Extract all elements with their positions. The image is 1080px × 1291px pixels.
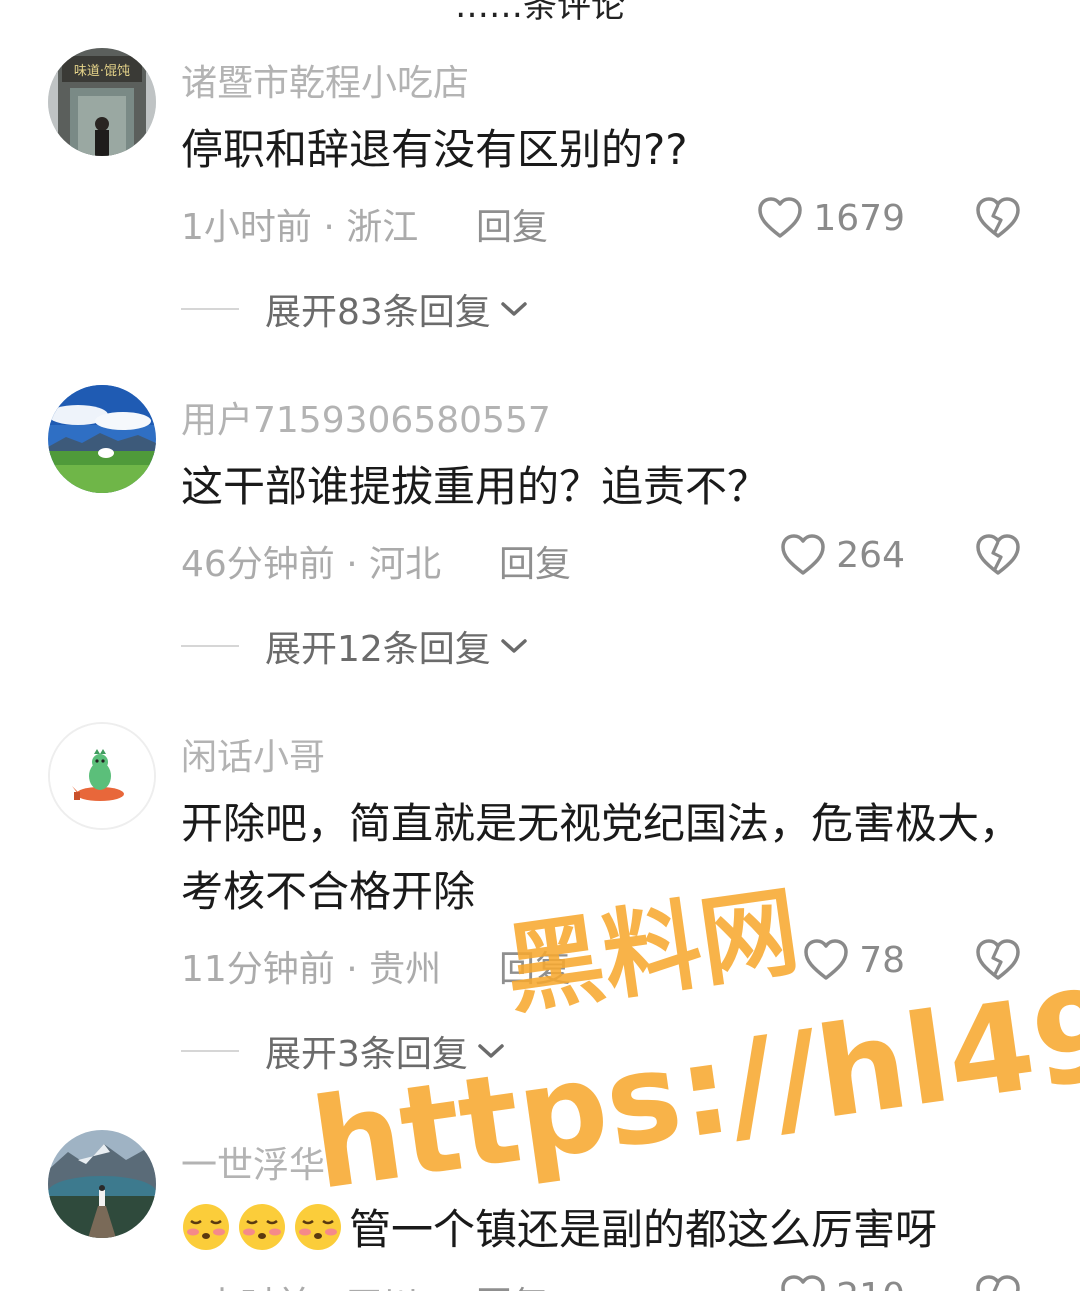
- comment-text: 管一个镇还是副的都这么厉害呀: [349, 1205, 938, 1254]
- avatar-image: [48, 1130, 156, 1238]
- expand-replies-button[interactable]: 展开3条回复: [181, 1026, 506, 1076]
- broken-heart-icon: [976, 1275, 1020, 1291]
- comment-meta: 1小时前 · 浙江 回复 1679: [181, 196, 1041, 250]
- expand-replies-label: 展开12条回复: [265, 629, 491, 670]
- comment-page: ……条评论 味道·馄饨 诸暨市乾程小吃店 停职和辞退有没有区别的?? 1小时前 …: [0, 0, 1080, 1291]
- comments-header-partial: ……条评论: [455, 0, 625, 26]
- comment-time-location: 1小时前 · 四川: [181, 1276, 418, 1291]
- smitten-face-emoji-icon: [183, 1204, 229, 1250]
- chevron-down-icon: [501, 302, 527, 316]
- watermark: 黑料网 https://hl49.co: [304, 875, 1080, 1218]
- comment-username[interactable]: 诸暨市乾程小吃店: [181, 54, 469, 106]
- like-count: 210: [836, 1276, 905, 1291]
- avatar-image: [48, 385, 156, 493]
- like-count: 78: [859, 939, 905, 981]
- reply-button[interactable]: 回复: [499, 535, 571, 587]
- comment-time-location: 46分钟前 · 河北: [181, 544, 442, 585]
- broken-heart-icon: [976, 197, 1020, 238]
- comment-username[interactable]: 用户7159306580557: [181, 391, 551, 443]
- broken-heart-icon: [976, 534, 1020, 575]
- like-count: 1679: [813, 197, 905, 239]
- like-button[interactable]: 1679: [757, 196, 905, 240]
- like-button[interactable]: 264: [780, 533, 905, 577]
- comment-time-location: 11分钟前 · 贵州: [181, 949, 442, 990]
- comment-text: 停职和辞退有没有区别的??: [181, 125, 688, 174]
- like-count: 264: [836, 534, 905, 576]
- heart-outline-icon: [781, 534, 826, 575]
- dislike-button[interactable]: [975, 196, 1021, 244]
- divider-line: [181, 1050, 239, 1052]
- expand-replies-label: 展开3条回复: [265, 1034, 468, 1075]
- comment-text: 这干部谁提拔重用的？追责不？: [181, 462, 770, 511]
- like-button[interactable]: 78: [803, 938, 905, 982]
- comment-meta: 1小时前 · 四川 回复 210: [181, 1274, 1041, 1291]
- dislike-button[interactable]: [975, 938, 1021, 986]
- comment-username[interactable]: 一世浮华: [181, 1136, 325, 1188]
- heart-outline-icon: [781, 1275, 826, 1291]
- comment-username[interactable]: 闲话小哥: [181, 728, 325, 780]
- divider-line: [181, 645, 239, 647]
- like-button[interactable]: 210: [780, 1274, 905, 1291]
- avatar[interactable]: [48, 385, 156, 493]
- heart-outline-icon: [804, 939, 848, 980]
- smitten-face-emoji-icon: [239, 1204, 285, 1250]
- comment-meta: 46分钟前 · 河北 回复 264: [181, 533, 1041, 587]
- reply-button[interactable]: 回复: [499, 940, 571, 992]
- expand-replies-label: 展开83条回复: [265, 292, 491, 333]
- avatar[interactable]: [48, 722, 156, 830]
- reply-button[interactable]: 回复: [476, 1276, 548, 1291]
- comment-time-location: 1小时前 · 浙江: [181, 207, 419, 248]
- expand-replies-button[interactable]: 展开12条回复: [181, 621, 529, 671]
- chevron-down-icon: [478, 1044, 504, 1058]
- chevron-down-icon: [501, 639, 527, 653]
- comment-text: 开除吧，简直就是无视党纪国法，危害极大，考核不合格开除: [181, 799, 1022, 916]
- reply-button[interactable]: 回复: [476, 198, 548, 250]
- comment-meta: 11分钟前 · 贵州 回复 78: [181, 938, 1041, 992]
- expand-replies-button[interactable]: 展开83条回复: [181, 284, 529, 334]
- avatar-image: 味道·馄饨: [48, 48, 156, 156]
- heart-outline-icon: [758, 197, 803, 238]
- comment-text-row: 管一个镇还是副的都这么厉害呀: [181, 1196, 1021, 1264]
- dislike-button[interactable]: [975, 533, 1021, 581]
- divider-line: [181, 308, 239, 310]
- avatar-shop-sign: 味道·馄饨: [74, 64, 130, 79]
- dislike-button[interactable]: [975, 1274, 1021, 1291]
- broken-heart-icon: [976, 939, 1020, 980]
- smitten-face-emoji-icon: [295, 1204, 341, 1250]
- avatar[interactable]: [48, 1130, 156, 1238]
- avatar-image: [50, 724, 154, 828]
- avatar[interactable]: 味道·馄饨: [48, 48, 156, 156]
